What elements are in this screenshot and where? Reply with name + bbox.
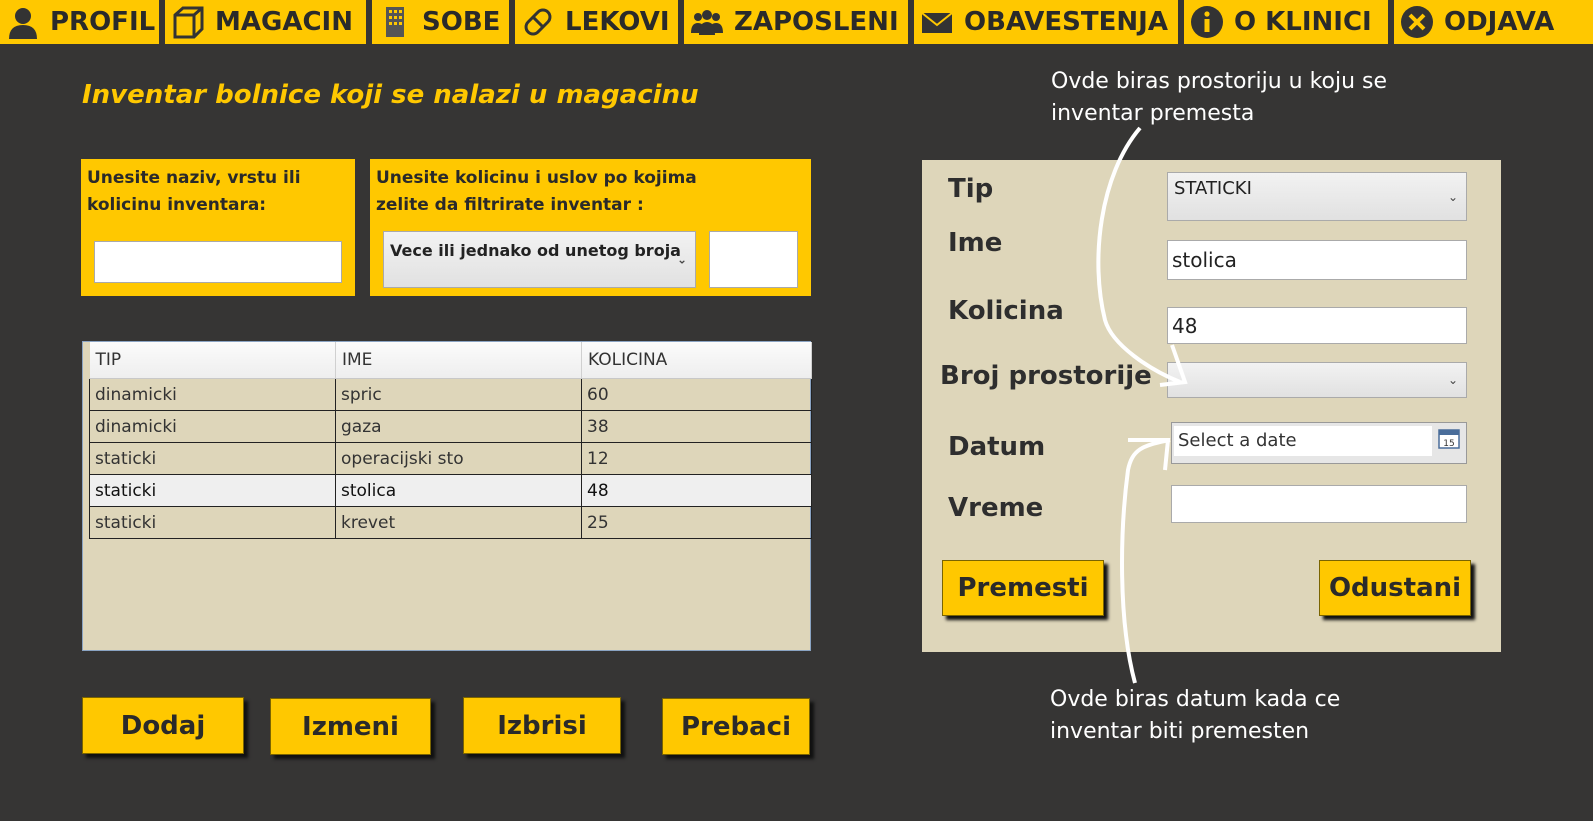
box-icon [171, 5, 205, 39]
building-icon [378, 5, 412, 39]
ime-input[interactable] [1167, 240, 1467, 280]
info-icon [1190, 5, 1224, 39]
chevron-down-icon: ⌄ [1447, 373, 1458, 387]
cell-kolicina: 60 [581, 378, 812, 411]
odustani-button[interactable]: Odustani [1319, 560, 1471, 616]
column-header-ime[interactable]: IME [335, 342, 582, 379]
column-header-kolicina[interactable]: KOLICINA [581, 342, 812, 379]
column-header-tip[interactable]: TIP [89, 342, 336, 379]
tip-select-value: STATICKI [1174, 178, 1252, 199]
cell-kolicina: 38 [581, 410, 812, 443]
group-icon [690, 5, 724, 39]
nav-magacin-label: MAGACIN [215, 7, 353, 37]
table-row[interactable]: staticki krevet 25 [89, 506, 812, 539]
cell-tip: staticki [89, 474, 336, 507]
top-navigation: PROFIL MAGACIN SOBE LEKOVI ZAPOSLENI OBA… [0, 0, 1593, 44]
svg-text:15: 15 [1443, 439, 1454, 449]
date-hint-annotation: Ovde biras datum kada ce inventar biti p… [1050, 687, 1341, 744]
nav-lekovi[interactable]: LEKOVI [515, 0, 678, 44]
table-row-selected[interactable]: staticki stolica 48 [89, 474, 812, 507]
room-select[interactable]: ⌄ [1167, 362, 1467, 398]
nav-sobe[interactable]: SOBE [372, 0, 509, 44]
cell-kolicina: 25 [581, 506, 812, 539]
cell-tip: staticki [89, 506, 336, 539]
filter-amount-input[interactable] [709, 231, 798, 288]
table-header-row: TIP IME KOLICINA [89, 342, 812, 379]
nav-sobe-label: SOBE [422, 7, 501, 37]
cell-tip: dinamicki [89, 410, 336, 443]
table-row[interactable]: dinamicki gaza 38 [89, 410, 812, 443]
delete-button[interactable]: Izbrisi [463, 697, 621, 754]
filter-condition-select[interactable]: Vece ili jednako od unetog broja ⌄ [383, 231, 696, 288]
envelope-icon [920, 5, 954, 39]
add-button[interactable]: Dodaj [82, 697, 244, 754]
tip-label: Tip [948, 174, 994, 204]
nav-odjava-label: ODJAVA [1444, 7, 1555, 37]
datum-label: Datum [948, 432, 1046, 462]
nav-o-klinici-label: O KLINICI [1234, 7, 1372, 37]
page-title: Inventar bolnice koji se nalazi u magaci… [82, 80, 699, 110]
edit-button[interactable]: Izmeni [270, 698, 431, 755]
filter-panel: Unesite kolicinu i uslov po kojima zelit… [370, 159, 811, 296]
table-row[interactable]: staticki operacijski sto 12 [89, 442, 812, 475]
calendar-icon[interactable]: 15 [1438, 427, 1460, 449]
cell-ime: operacijski sto [335, 442, 582, 475]
cell-tip: staticki [89, 442, 336, 475]
table-row[interactable]: dinamicki spric 60 [89, 378, 812, 411]
nav-zaposleni-label: ZAPOSLENI [734, 7, 899, 37]
cell-ime: gaza [335, 410, 582, 443]
premesti-button[interactable]: Premesti [942, 560, 1104, 616]
nav-profil[interactable]: PROFIL [0, 0, 159, 44]
search-label: Unesite naziv, vrstu ili kolicinu invent… [87, 168, 301, 215]
inventory-table: TIP IME KOLICINA dinamicki spric 60 dina… [82, 341, 812, 651]
pill-icon [521, 5, 555, 39]
room-hint-annotation: Ovde biras prostoriju u koju se inventar… [1051, 69, 1388, 126]
nav-obavestenja-label: OBAVESTENJA [964, 7, 1168, 37]
chevron-down-icon: ⌄ [1447, 189, 1458, 204]
kolicina-input[interactable] [1167, 307, 1467, 344]
cell-kolicina: 12 [581, 442, 812, 475]
nav-obavestenja[interactable]: OBAVESTENJA [914, 0, 1178, 44]
nav-zaposleni[interactable]: ZAPOSLENI [684, 0, 908, 44]
kolicina-label: Kolicina [948, 296, 1064, 326]
search-input[interactable] [94, 241, 342, 283]
cell-tip: dinamicki [89, 378, 336, 411]
nav-magacin[interactable]: MAGACIN [165, 0, 366, 44]
nav-lekovi-label: LEKOVI [565, 7, 670, 37]
filter-condition-value: Vece ili jednako od unetog broja [390, 241, 681, 260]
cell-kolicina: 48 [581, 474, 812, 507]
nav-odjava[interactable]: ODJAVA [1394, 0, 1593, 44]
move-button[interactable]: Prebaci [662, 698, 810, 755]
broj-prostorije-label: Broj prostorije [940, 361, 1152, 391]
filter-label: Unesite kolicinu i uslov po kojima zelit… [376, 168, 697, 215]
cell-ime: stolica [335, 474, 582, 507]
date-picker[interactable]: Select a date 15 [1171, 422, 1467, 464]
chevron-down-icon: ⌄ [676, 252, 687, 266]
search-panel: Unesite naziv, vrstu ili kolicinu invent… [81, 159, 355, 296]
nav-profil-label: PROFIL [50, 7, 156, 37]
user-icon [6, 5, 40, 39]
move-inventory-form: Tip STATICKI ⌄ Ime Kolicina Broj prostor… [922, 160, 1501, 652]
tip-select[interactable]: STATICKI ⌄ [1167, 172, 1467, 221]
cell-ime: krevet [335, 506, 582, 539]
vreme-label: Vreme [948, 493, 1044, 523]
close-icon [1400, 5, 1434, 39]
cell-ime: spric [335, 378, 582, 411]
ime-label: Ime [948, 228, 1003, 258]
nav-o-klinici[interactable]: O KLINICI [1184, 0, 1388, 44]
date-input[interactable]: Select a date [1174, 426, 1432, 456]
vreme-input[interactable] [1171, 485, 1467, 523]
